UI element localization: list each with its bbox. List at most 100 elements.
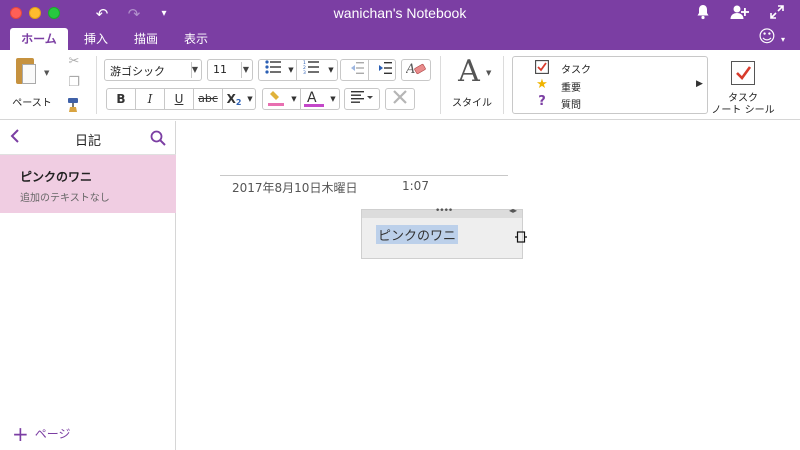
notification-bell-icon[interactable] <box>694 4 712 24</box>
section-header: 日記 <box>0 121 176 155</box>
numbered-list-icon[interactable]: 123 <box>297 60 325 80</box>
format-painter-icon[interactable] <box>66 97 82 117</box>
eraser-icon: A <box>405 62 426 77</box>
checkmark-icon <box>736 66 752 80</box>
paste-button[interactable] <box>12 56 38 86</box>
bold-button[interactable]: B <box>107 89 135 109</box>
dropdown-divider <box>241 62 242 78</box>
ribbon-separator <box>440 56 441 114</box>
styles-glyph: A <box>458 54 480 89</box>
copy-icon[interactable]: ❐ <box>66 75 82 90</box>
increase-indent-icon[interactable] <box>369 60 396 80</box>
page-time: 1:07 <box>402 179 429 193</box>
tab-draw[interactable]: 描画 <box>126 28 166 50</box>
font-size-value: 11 <box>213 63 227 76</box>
paper-icon <box>22 64 36 84</box>
subscript-glyph: X <box>226 92 236 106</box>
text-style-buttons: B I U abc X2 ▼ <box>106 88 256 110</box>
styles-label: スタイル <box>452 98 492 109</box>
cursor-resize-icon <box>515 231 527 243</box>
ribbon-separator <box>96 56 97 114</box>
chevron-down-icon: ▼ <box>242 65 249 74</box>
clear-formatting-button[interactable]: A <box>401 59 431 81</box>
quick-access-menu-icon[interactable]: ▾ <box>156 4 172 24</box>
font-name-value: 游ゴシック <box>110 65 165 78</box>
todo-tag-button[interactable] <box>731 61 755 85</box>
bullet-list-chevron-icon[interactable]: ▼ <box>287 60 295 80</box>
note-container[interactable]: •••• ◂▸ ピンクのワニ <box>361 206 523 259</box>
todo-tag-label: タスク ノート シール <box>706 93 780 117</box>
color-buttons: ▼ A ▼ <box>262 88 340 110</box>
feedback-smile-icon[interactable]: ☺ <box>757 27 777 47</box>
tab-insert[interactable]: 挿入 <box>76 28 116 50</box>
title-bar: ↶ ↷ ▾ wanichan's Notebook ホーム 挿入 描画 表示 ☺… <box>0 0 800 50</box>
share-add-user-icon[interactable] <box>729 4 751 24</box>
font-size-select[interactable]: 11 ▼ <box>207 59 253 81</box>
cut-icon[interactable]: ✂ <box>66 54 82 69</box>
note-text-selected[interactable]: ピンクのワニ <box>376 225 459 244</box>
page-navigation-pane: 日記 ピンクのワニ 追加のテキストなし + ページ <box>0 121 176 450</box>
styles-icon[interactable]: A <box>452 54 486 89</box>
page-date: 2017年8月10日木曜日 <box>232 181 358 195</box>
list-buttons: ▼ 123 ▼ <box>258 59 338 81</box>
note-canvas[interactable]: 2017年8月10日木曜日 1:07 •••• ◂▸ ピンクのワニ <box>177 121 800 450</box>
bullet-list-icon[interactable] <box>259 60 287 80</box>
chevron-down-icon: ▼ <box>191 65 198 74</box>
subscript-chevron-icon[interactable]: ▼ <box>245 89 255 109</box>
font-name-select[interactable]: 游ゴシック ▼ <box>104 59 202 81</box>
title-underline <box>220 175 508 176</box>
numbered-list-chevron-icon[interactable]: ▼ <box>325 60 337 80</box>
drag-dots-icon: •••• <box>435 206 453 216</box>
tag-todo-label[interactable]: タスク <box>561 61 591 76</box>
paste-options-chevron-icon[interactable]: ▼ <box>44 69 49 77</box>
tab-view[interactable]: 表示 <box>176 28 216 50</box>
italic-button[interactable]: I <box>136 89 164 109</box>
align-left-icon <box>351 91 373 103</box>
add-page-button[interactable]: + ページ <box>12 422 71 446</box>
paste-label: ペースト <box>12 98 52 109</box>
question-icon[interactable]: ? <box>535 95 549 109</box>
chevron-down-icon[interactable]: ▾ <box>779 30 787 50</box>
highlight-color-icon[interactable] <box>263 89 289 109</box>
minimize-window-button[interactable] <box>29 7 41 19</box>
tab-home[interactable]: ホーム <box>10 28 68 50</box>
font-color-swatch <box>304 104 324 107</box>
close-window-button[interactable] <box>10 7 22 19</box>
styles-chevron-icon[interactable]: ▼ <box>486 69 491 77</box>
plus-icon: + <box>12 422 29 446</box>
tag-question-label[interactable]: 質問 <box>561 96 581 111</box>
svg-text:3: 3 <box>303 70 306 74</box>
add-page-label: ページ <box>34 427 71 441</box>
redo-icon[interactable]: ↷ <box>124 4 144 24</box>
maximize-window-button[interactable] <box>48 7 60 19</box>
subscript-mark: 2 <box>235 98 242 107</box>
star-icon[interactable]: ★ <box>535 78 549 92</box>
subscript-button[interactable]: X2 <box>223 89 245 109</box>
fullscreen-icon[interactable] <box>768 4 786 24</box>
checkbox-icon[interactable] <box>535 60 549 74</box>
back-chevron-icon[interactable] <box>10 128 20 148</box>
undo-icon[interactable]: ↶ <box>92 4 112 24</box>
strikethrough-button[interactable]: abc <box>194 89 222 109</box>
container-move-handle[interactable]: •••• ◂▸ <box>362 206 522 218</box>
delete-button[interactable] <box>385 88 415 110</box>
ribbon-separator <box>503 56 504 114</box>
paragraph-align-button[interactable] <box>344 88 380 110</box>
underline-button[interactable]: U <box>165 89 193 109</box>
ribbon-home: ▼ ペースト ✂ ❐ 游ゴシック ▼ 11 ▼ ▼ 123 ▼ A B I U … <box>0 50 800 120</box>
search-icon[interactable] <box>150 130 166 146</box>
font-color-button[interactable]: A <box>301 89 327 109</box>
page-preview: 追加のテキストなし <box>20 193 110 204</box>
font-color-chevron-icon[interactable]: ▼ <box>327 89 339 109</box>
resize-handle-icon[interactable]: ◂▸ <box>509 206 517 215</box>
highlight-chevron-icon[interactable]: ▼ <box>289 89 299 109</box>
tag-important-label[interactable]: 重要 <box>561 79 581 94</box>
svg-text:A: A <box>406 62 415 76</box>
page-list-item-selected[interactable]: ピンクのワニ 追加のテキストなし <box>0 155 176 213</box>
tags-more-arrow-icon[interactable]: ▶ <box>696 79 703 89</box>
window-title: wanichan's Notebook <box>333 5 467 21</box>
delete-x-icon <box>393 90 407 104</box>
todo-tag-label-line2: ノート シール <box>711 105 775 116</box>
decrease-indent-icon[interactable] <box>341 60 368 80</box>
indent-buttons <box>340 59 396 81</box>
